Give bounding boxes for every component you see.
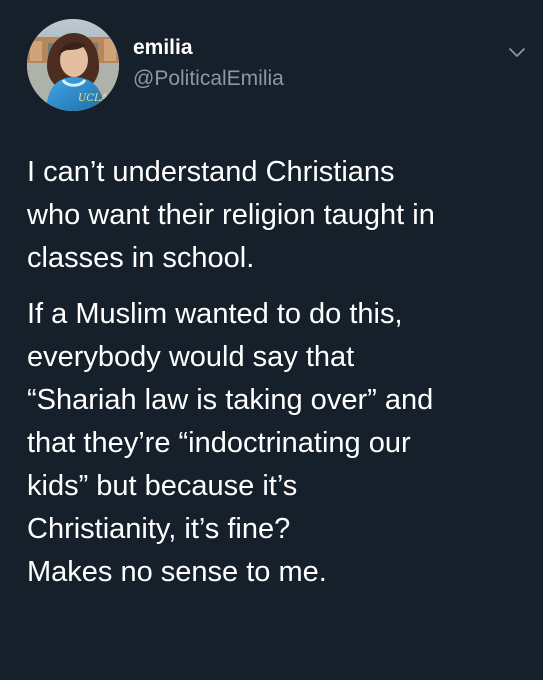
tweet-text: I can’t understand Christians who want t…	[27, 151, 527, 594]
user-handle[interactable]: @PoliticalEmilia	[133, 66, 463, 92]
tweet-line: I can’t understand Christians	[27, 156, 395, 188]
tweet-line: classes in school.	[27, 242, 255, 274]
tweet-line: everybody would say that	[27, 341, 355, 373]
profile-photo-avatar: UCLA	[27, 19, 119, 111]
tweet-line: Christianity, it’s fine?	[27, 513, 291, 545]
user-info: emilia @PoliticalEmilia	[133, 35, 463, 92]
tweet-paragraph: I can’t understand Christians who want t…	[27, 151, 527, 280]
display-name[interactable]: emilia	[133, 35, 463, 61]
tweet-header: UCLA emilia @PoliticalEmilia	[27, 19, 527, 111]
tweet-line: that they’re “indoctrinating our	[27, 427, 411, 459]
chevron-down-icon[interactable]	[507, 42, 527, 62]
tweet-card: UCLA emilia @PoliticalEmilia I can’t und…	[0, 0, 543, 680]
tweet-line: Makes no sense to me.	[27, 556, 327, 588]
svg-text:UCLA: UCLA	[78, 93, 108, 104]
tweet-line: “Shariah law is taking over” and	[27, 384, 434, 416]
tweet-line: If a Muslim wanted to do this,	[27, 298, 403, 330]
avatar[interactable]: UCLA	[27, 19, 119, 111]
tweet-line: kids” but because it’s	[27, 470, 298, 502]
tweet-paragraph: If a Muslim wanted to do this, everybody…	[27, 293, 527, 594]
tweet-line: who want their religion taught in	[27, 199, 435, 231]
